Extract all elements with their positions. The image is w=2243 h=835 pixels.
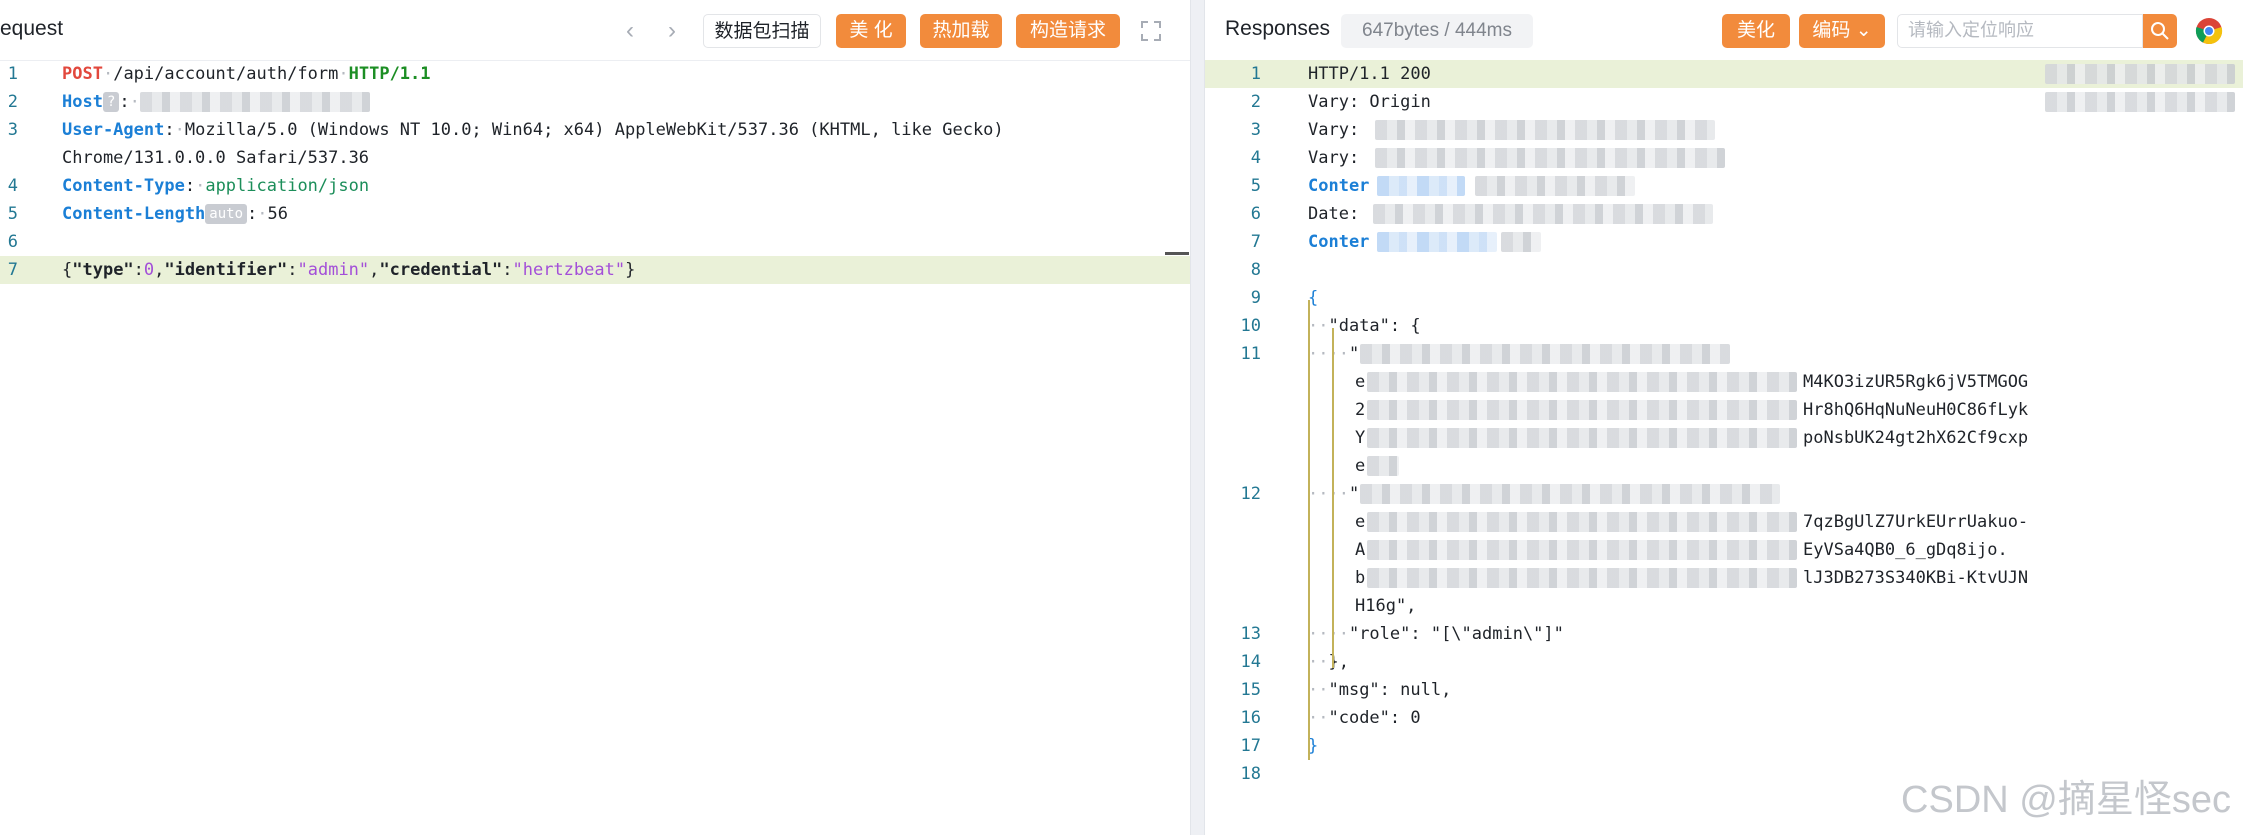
header-key: User-Agent — [62, 120, 165, 140]
packet-scan-button[interactable]: 数据包扫描 — [703, 14, 821, 48]
redacted-value — [1377, 232, 1497, 252]
response-line-wrap: e 7qzBgUlZ7UrkEUrrUakuo- — [1355, 512, 2029, 532]
response-line: 5 Conter — [1205, 172, 2243, 200]
hot-reload-button[interactable]: 热加载 — [920, 14, 1002, 48]
redacted-value — [1367, 400, 1797, 420]
redacted-value — [2045, 64, 2235, 84]
redacted-value — [1501, 232, 1541, 252]
response-line: 4 Vary: — [1205, 144, 2243, 172]
header-value-continued: Chrome/131.0.0.0 Safari/537.36 — [62, 148, 370, 168]
request-title: equest — [0, 17, 64, 40]
scroll-indicator[interactable] — [1165, 252, 1189, 255]
request-line: 6 — [7, 232, 18, 252]
redacted-value — [2045, 92, 2235, 112]
response-line: 14 ··}, — [1240, 652, 1349, 672]
header-key: Content-Type — [62, 176, 185, 196]
response-line: 17 } — [1240, 736, 1319, 756]
response-line: 11 ····" — [1205, 340, 2243, 368]
response-search-box[interactable] — [1897, 14, 2143, 48]
header-value: application/json — [205, 176, 370, 196]
redacted-value — [139, 92, 370, 112]
response-line-wrap: A EyVSa4QB0_6_gDq8ijo. — [1355, 540, 2008, 560]
redacted-value — [1367, 456, 1399, 476]
redacted-value — [1367, 372, 1797, 392]
header-key: Content-Length — [62, 204, 206, 224]
watermark: CSDN @摘星怪sec — [1901, 779, 2231, 821]
request-line: 4 Content-Type:·application/json — [7, 176, 370, 196]
expand-icon[interactable] — [1140, 20, 1162, 42]
construct-request-button[interactable]: 构造请求 — [1016, 14, 1120, 48]
redacted-value — [1360, 484, 1780, 504]
redacted-value — [1375, 120, 1715, 140]
header-key: Host — [62, 92, 103, 112]
request-editor[interactable]: 1 POST·/api/account/auth/form·HTTP/1.1 2… — [0, 60, 1190, 284]
response-line: 2 Vary: Origin — [1205, 88, 2243, 116]
redacted-value — [1360, 344, 1730, 364]
response-line: 13 ····"role": "[\"admin\"]" — [1240, 624, 1564, 644]
response-line-wrap: Y poNsbUK24gt2hX62Cf9cxp — [1355, 428, 2029, 448]
header-value: 56 — [267, 204, 288, 224]
response-line: 6 Date: — [1205, 200, 2243, 228]
chevron-right-icon[interactable]: › — [668, 14, 676, 48]
redacted-value — [1377, 176, 1465, 196]
request-line-wrap: Chrome/131.0.0.0 Safari/537.36 — [0, 144, 1190, 172]
redacted-value — [1367, 568, 1797, 588]
request-line: 1 POST·/api/account/auth/form·HTTP/1.1 — [7, 64, 431, 84]
request-path: /api/account/auth/form — [113, 64, 339, 84]
request-toolbar: equest ‹ › 数据包扫描 美 化 热加载 构造请求 — [0, 0, 1190, 61]
response-beautify-button[interactable]: 美化 — [1722, 14, 1790, 48]
response-line-wrap: b lJ3DB273S340KBi-KtvUJN — [1355, 568, 2029, 588]
redacted-value — [1375, 148, 1725, 168]
search-button[interactable] — [2143, 14, 2177, 48]
request-line: 7 {"type":0,"identifier":"admin","creden… — [0, 256, 1190, 284]
http-method: POST — [62, 64, 103, 84]
request-line: 5 Content-Length auto:·56 — [7, 204, 288, 224]
auto-badge[interactable]: auto — [205, 204, 248, 224]
help-badge[interactable]: ? — [102, 92, 120, 112]
request-pane: equest ‹ › 数据包扫描 美 化 热加载 构造请求 1 POST·/ap… — [0, 0, 1190, 835]
pane-splitter[interactable] — [1190, 0, 1205, 835]
header-value: Mozilla/5.0 (Windows NT 10.0; Win64; x64… — [184, 120, 1004, 140]
redacted-value — [1475, 176, 1635, 196]
response-line: 3 Vary: — [1205, 116, 2243, 144]
response-size-label: 647bytes / 444ms — [1341, 14, 1533, 48]
indent-guide — [1332, 328, 1334, 668]
response-title: Responses — [1225, 17, 1331, 40]
request-line: 2 Host?:· — [0, 88, 1190, 116]
response-line: 8 — [1250, 260, 1261, 280]
beautify-button[interactable]: 美 化 — [836, 14, 906, 48]
response-line-wrap: e M4KO3izUR5Rgk6jV5TMGOG — [1355, 372, 2029, 392]
redacted-value — [1367, 512, 1797, 532]
response-line: 1 HTTP/1.1 200 — [1205, 60, 2243, 88]
redacted-value — [1373, 204, 1713, 224]
encode-dropdown[interactable]: 编码 ⌄ — [1799, 14, 1885, 48]
chevron-left-icon[interactable]: ‹ — [626, 14, 634, 48]
redacted-value — [1367, 540, 1797, 560]
response-line-wrap: H16g", — [1355, 596, 1417, 616]
request-line: 3 User-Agent:·Mozilla/5.0 (Windows NT 10… — [7, 120, 1004, 140]
chevron-down-icon: ⌄ — [1855, 20, 1872, 41]
response-line-wrap: e — [1205, 452, 2243, 480]
response-line: 12 ····" — [1205, 480, 2243, 508]
search-icon — [2151, 22, 2169, 40]
chrome-icon[interactable] — [2195, 17, 2223, 45]
response-pane: Responses 647bytes / 444ms 美化 编码 ⌄ 1 HTT… — [1205, 0, 2243, 835]
response-toolbar: Responses 647bytes / 444ms 美化 编码 ⌄ — [1205, 0, 2243, 61]
response-line-wrap: 2 Hr8hQ6HqNuNeuH0C86fLyk — [1355, 400, 2029, 420]
response-line: 15 ··"msg": null, — [1240, 680, 1452, 700]
response-line: 10 ··"data": { — [1240, 316, 1421, 336]
protocol: HTTP/1.1 — [348, 64, 431, 84]
response-line: 7 Conter — [1205, 228, 2243, 256]
response-search-input[interactable] — [1898, 15, 2142, 45]
response-line: 9 { — [1250, 288, 1319, 308]
indent-guide — [1308, 300, 1310, 760]
response-line: 16 ··"code": 0 — [1240, 708, 1421, 728]
response-editor[interactable]: 1 HTTP/1.1 200 2 Vary: Origin 3 Vary: 4 … — [1205, 60, 2243, 788]
redacted-value — [1367, 428, 1797, 448]
